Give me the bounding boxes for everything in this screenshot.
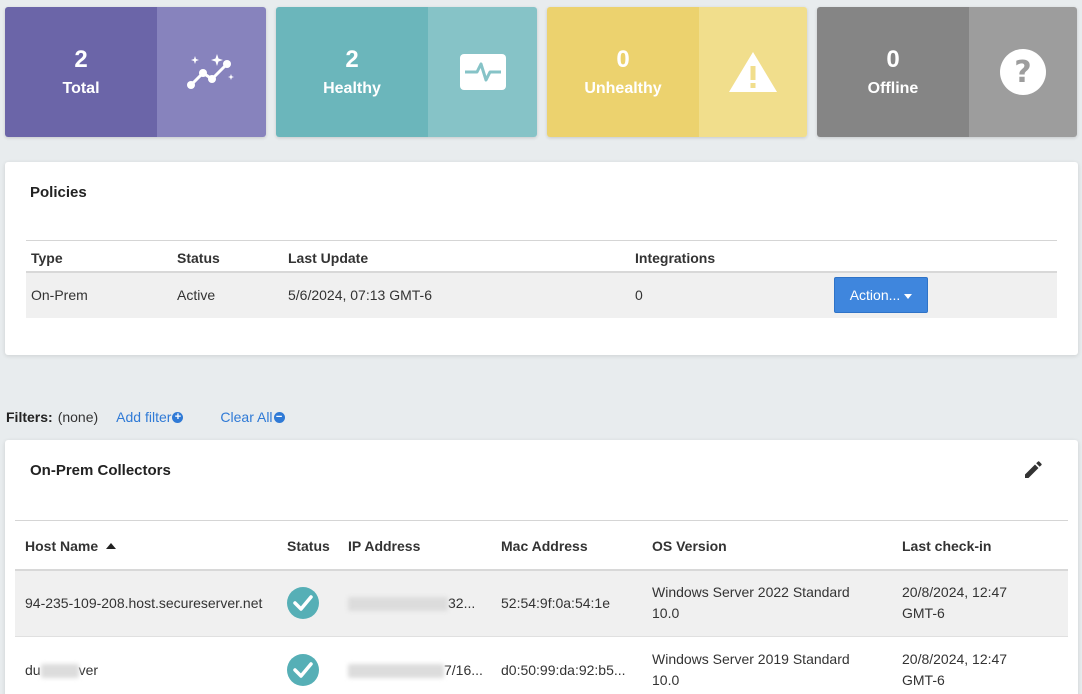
last-checkin-date: 20/8/2024, 12:47 (902, 584, 1008, 601)
stat-offline-count: 0 (886, 46, 900, 73)
stat-unhealthy-count: 0 (616, 46, 630, 73)
plus-circle-icon: + (172, 411, 184, 423)
warning-triangle-icon (729, 52, 777, 92)
stat-unhealthy-summary: 0 Unhealthy (547, 7, 699, 137)
action-label: Action... (849, 287, 901, 303)
stat-total-label: Total (62, 80, 100, 97)
os-version-name: Windows Server 2022 Standard (652, 584, 850, 601)
ip-suffix: 32... (448, 594, 476, 611)
last-checkin: 20/8/2024, 12:47 GMT-6 (892, 569, 1068, 637)
stat-card-healthy[interactable]: 2 Healthy (276, 7, 537, 137)
trend-sparkle-icon (186, 54, 234, 89)
policies-header-row: Type Status Last Update Integrations (26, 240, 1057, 272)
stat-healthy-count: 2 (345, 46, 359, 73)
mac-address: 52:54:9f:0a:54:1e (491, 569, 642, 637)
col-mac-address: Mac Address (501, 537, 588, 554)
stat-offline-icon-area: ? (969, 7, 1077, 137)
os-version: Windows Server 2022 Standard 10.0 (642, 569, 892, 637)
col-host-name-label: Host Name (25, 537, 99, 554)
os-version-number: 10.0 (652, 672, 680, 689)
filters-bar: Filters: (none) Add filter + Clear All − (6, 409, 285, 425)
table-row[interactable]: On-Prem Active 5/6/2024, 07:13 GMT-6 0 A… (26, 271, 1057, 318)
minus-circle-icon: − (273, 411, 285, 423)
collectors-title: On-Prem Collectors (30, 462, 171, 479)
col-ip-address: IP Address (348, 537, 421, 554)
redacted-ip (348, 664, 444, 679)
question-circle-icon: ? (1000, 49, 1046, 95)
status-cell (277, 569, 338, 637)
host-name-suffix: ver (78, 661, 99, 678)
redacted-host (40, 664, 79, 679)
clear-all-label: Clear All (220, 409, 273, 425)
col-last-checkin: Last check-in (902, 537, 992, 554)
stat-card-unhealthy[interactable]: 0 Unhealthy (547, 7, 807, 137)
last-checkin-tz: GMT-6 (902, 672, 945, 689)
stat-healthy-summary: 2 Healthy (276, 7, 428, 137)
ip-address: 7/16... (338, 636, 491, 694)
stat-total-summary: 2 Total (5, 7, 157, 137)
policy-action-cell: Action... (829, 271, 1057, 318)
heartbeat-monitor-icon (459, 54, 506, 90)
col-os-version: OS Version (652, 537, 727, 554)
action-dropdown-button[interactable]: Action... (834, 277, 928, 313)
last-checkin-date: 20/8/2024, 12:47 (902, 651, 1008, 668)
os-version: Windows Server 2019 Standard 10.0 (642, 636, 892, 694)
table-row[interactable]: 94-235-109-208.host.secureserver.net 32.… (15, 569, 1068, 637)
ip-address: 32... (338, 569, 491, 637)
col-status: Status (177, 249, 220, 266)
col-integrations: Integrations (635, 249, 716, 266)
stat-card-total[interactable]: 2 Total (5, 7, 266, 137)
clear-all-link[interactable]: Clear All − (220, 409, 285, 425)
last-checkin: 20/8/2024, 12:47 GMT-6 (892, 636, 1068, 694)
pencil-icon[interactable] (1023, 460, 1043, 480)
policy-type: On-Prem (26, 271, 172, 318)
add-filter-label: Add filter (116, 409, 172, 425)
ip-suffix: 7/16... (444, 661, 483, 678)
check-circle-icon (287, 654, 319, 687)
col-last-update: Last Update (288, 249, 369, 266)
policy-integrations: 0 (630, 271, 829, 318)
host-name-prefix: du (25, 661, 41, 678)
stat-unhealthy-label: Unhealthy (584, 80, 662, 97)
stat-healthy-label: Healthy (323, 80, 381, 97)
col-action (829, 241, 1057, 272)
policies-card: Policies Type Status Last Update Integra… (5, 162, 1078, 355)
host-name: 94-235-109-208.host.secureserver.net (15, 569, 277, 637)
last-checkin-tz: GMT-6 (902, 605, 945, 622)
stat-offline-summary: 0 Offline (817, 7, 969, 137)
collectors-card: On-Prem Collectors Host Name Status IP A… (5, 440, 1078, 694)
status-cell (277, 636, 338, 694)
filters-value: (none) (57, 409, 99, 425)
collectors-table: Host Name Status IP Address Mac Address … (15, 520, 1068, 694)
stat-total-icon-area (157, 7, 266, 137)
host-name: du ver (15, 636, 277, 694)
os-version-name: Windows Server 2019 Standard (652, 651, 850, 668)
check-circle-icon (287, 587, 319, 620)
filters-label: Filters: (6, 409, 53, 425)
policies-title: Policies (30, 184, 87, 201)
stat-total-count: 2 (74, 46, 88, 73)
policy-last-update: 5/6/2024, 07:13 GMT-6 (283, 271, 630, 318)
collectors-header-row: Host Name Status IP Address Mac Address … (15, 520, 1068, 570)
policies-table: Type Status Last Update Integrations On-… (26, 240, 1057, 318)
add-filter-link[interactable]: Add filter + (116, 409, 184, 425)
col-host-name[interactable]: Host Name (15, 521, 277, 570)
policy-status: Active (172, 271, 283, 318)
sort-ascending-icon (106, 542, 117, 549)
svg-text:?: ? (1014, 55, 1031, 90)
mac-address: d0:50:99:da:92:b5... (491, 636, 642, 694)
col-status: Status (287, 537, 330, 554)
stat-healthy-icon-area (428, 7, 537, 137)
table-row[interactable]: du ver 7/16... d0:50:99:da:92:b5... Windo… (15, 636, 1068, 694)
stat-offline-label: Offline (867, 80, 919, 97)
stat-card-offline[interactable]: 0 Offline ? (817, 7, 1077, 137)
stat-unhealthy-icon-area (699, 7, 807, 137)
caret-down-icon (904, 293, 913, 299)
os-version-number: 10.0 (652, 605, 680, 622)
col-type: Type (31, 249, 63, 266)
redacted-ip (348, 597, 448, 612)
